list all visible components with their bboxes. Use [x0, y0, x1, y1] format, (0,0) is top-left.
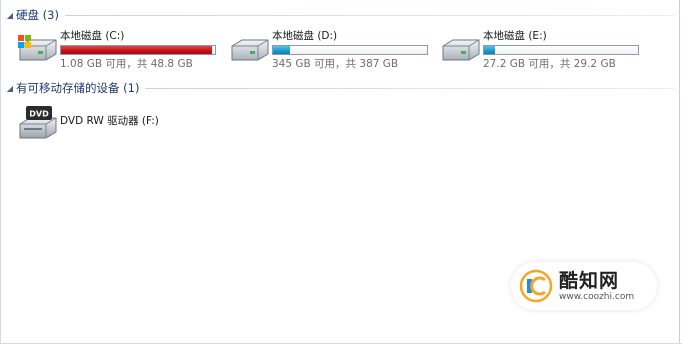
drive-name: 本地磁盘 (C:)	[60, 30, 125, 42]
hard-drive-icon	[439, 30, 481, 64]
usage-bar	[483, 45, 639, 55]
drive-e[interactable]: 本地磁盘 (E:) 27.2 GB 可用，共 29.2 GB	[439, 30, 639, 70]
window-left-border	[0, 0, 1, 344]
drive-dvd-f[interactable]: DVD DVD RW 驱动器 (F:)	[16, 104, 159, 144]
drive-space-text: 345 GB 可用，共 387 GB	[272, 58, 399, 70]
watermark-badge: 酷知网 www.coozhi.com	[511, 262, 657, 310]
usage-bar	[60, 45, 216, 55]
drive-space-text: 1.08 GB 可用，共 48.8 GB	[60, 58, 193, 70]
drive-c[interactable]: 本地磁盘 (C:) 1.08 GB 可用，共 48.8 GB	[16, 30, 216, 70]
collapse-caret-icon[interactable]: ◢	[4, 84, 16, 93]
drive-space-text: 27.2 GB 可用，共 29.2 GB	[483, 58, 616, 70]
hard-drive-icon	[228, 30, 270, 64]
group-divider	[64, 15, 674, 16]
watermark-brand: 酷知网	[559, 269, 620, 292]
group-header-removable-storage[interactable]: ◢ 有可移动存储的设备 (1)	[4, 79, 674, 97]
usage-bar-fill	[61, 46, 212, 54]
group-title: 硬盘 (3)	[16, 8, 59, 22]
usage-bar	[272, 45, 428, 55]
collapse-caret-icon[interactable]: ◢	[4, 11, 16, 20]
usage-bar-fill	[484, 46, 495, 54]
watermark-url: www.coozhi.com	[559, 291, 635, 302]
group-divider	[145, 88, 674, 89]
drive-name: 本地磁盘 (D:)	[272, 30, 338, 42]
usage-bar-fill	[273, 46, 290, 54]
group-header-hard-disks[interactable]: ◢ 硬盘 (3)	[4, 6, 674, 24]
coozhi-logo-icon	[519, 269, 553, 303]
window-right-border	[679, 0, 680, 344]
group-title: 有可移动存储的设备 (1)	[16, 81, 140, 95]
dvd-label: DVD	[29, 110, 49, 119]
drive-d[interactable]: 本地磁盘 (D:) 345 GB 可用，共 387 GB	[228, 30, 428, 70]
system-drive-icon	[16, 30, 58, 64]
drive-name: 本地磁盘 (E:)	[483, 30, 547, 42]
drive-name: DVD RW 驱动器 (F:)	[60, 115, 159, 127]
dvd-drive-icon: DVD	[16, 104, 58, 139]
